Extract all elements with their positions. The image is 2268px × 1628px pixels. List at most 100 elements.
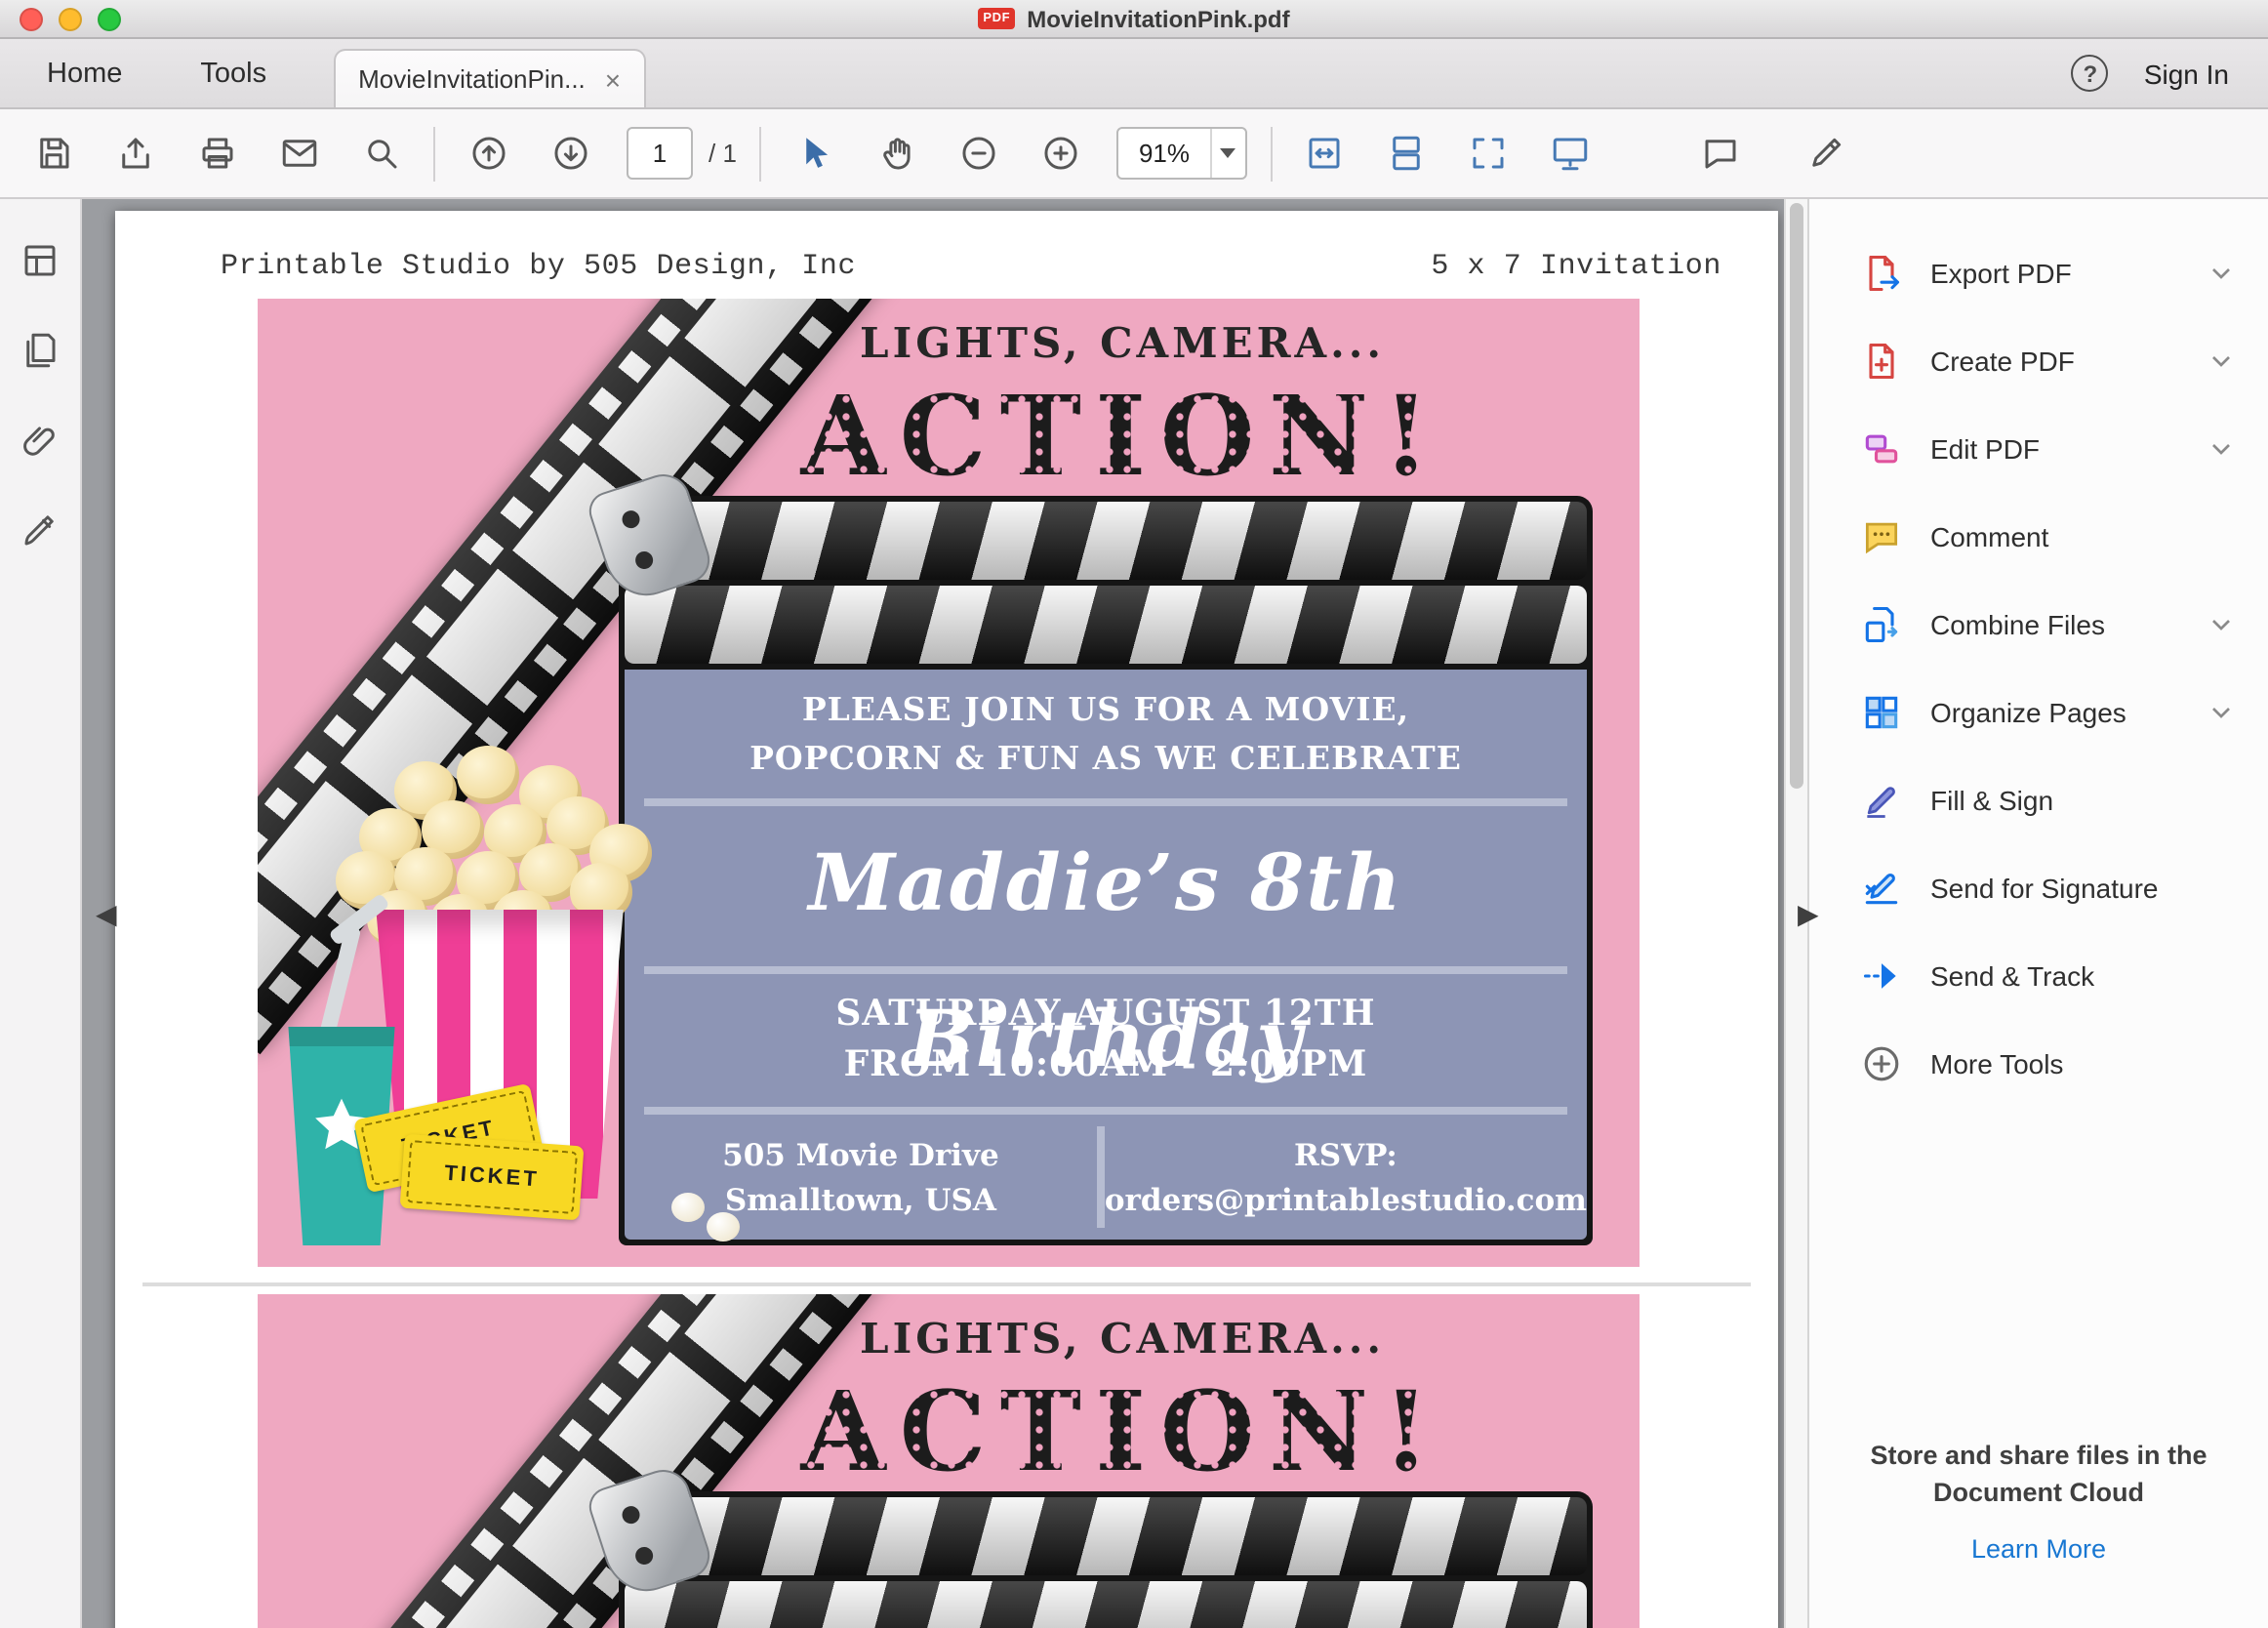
trim-line <box>142 1282 1751 1286</box>
create-pdf-icon <box>1869 342 1894 379</box>
previous-page-button[interactable] <box>459 124 517 183</box>
tab-document-label: MovieInvitationPin... <box>358 64 586 94</box>
left-rail <box>0 199 82 1628</box>
tab-tools[interactable]: Tools <box>161 39 305 107</box>
save-button[interactable] <box>23 124 82 183</box>
acrobat-window: PDF MovieInvitationPink.pdf Home Tools M… <box>0 0 2268 1628</box>
close-tab-icon[interactable]: × <box>605 65 621 93</box>
window-title: MovieInvitationPink.pdf <box>1027 5 1290 32</box>
print-button[interactable] <box>187 124 246 183</box>
print-icon <box>201 138 232 169</box>
next-page-button[interactable] <box>541 124 599 183</box>
bookmarks-icon <box>26 332 56 367</box>
invitation-line2: ACTION! <box>609 1368 1636 1497</box>
annotation-tools-group <box>1690 124 1854 183</box>
comment-bubble-icon <box>1704 140 1735 169</box>
zoom-out-button[interactable] <box>950 124 1008 183</box>
two-page-view-button[interactable] <box>1377 124 1436 183</box>
zoom-dropdown-arrow[interactable] <box>1209 129 1244 178</box>
select-tool-button[interactable] <box>786 124 844 183</box>
minimize-window-button[interactable] <box>59 7 82 30</box>
invitation-rsvp: RSVP: orders@printablestudio.com <box>1104 1136 1587 1218</box>
tab-bar: Home Tools MovieInvitationPin... × ? Sig… <box>0 39 2268 109</box>
pencil-icon <box>1811 138 1841 167</box>
tool-organize-pages[interactable]: Organize Pages <box>1809 668 2268 755</box>
comment-tool-button[interactable] <box>1690 124 1749 183</box>
page-header-left: Printable Studio by 505 Design, Inc <box>221 250 857 283</box>
page-thumbnails-icon <box>24 244 56 275</box>
close-window-button[interactable] <box>20 7 43 30</box>
pencil-tool-button[interactable] <box>1796 124 1854 183</box>
page-thumbnails-button[interactable] <box>11 230 69 289</box>
tool-more-tools[interactable]: More Tools <box>1809 1019 2268 1107</box>
chevron-down-icon <box>2212 707 2230 717</box>
two-page-view-icon <box>1393 136 1420 171</box>
organize-pages-icon <box>1865 695 1898 728</box>
window-controls <box>20 0 121 37</box>
fullscreen-button[interactable] <box>1459 124 1518 183</box>
fill-sign-icon <box>1867 786 1895 817</box>
main-area: Printable Studio by 505 Design, Inc 5 x … <box>0 199 2268 1628</box>
chevron-down-icon <box>2212 443 2230 454</box>
toolbar-divider <box>433 126 435 181</box>
invitation-title: Maddie’s 8th Birthday <box>808 837 1403 1085</box>
zoom-in-button[interactable] <box>1032 124 1090 183</box>
tab-document[interactable]: MovieInvitationPin... × <box>333 49 647 107</box>
tabbar-right-group: ? Sign In <box>2071 55 2268 92</box>
search-icon <box>367 140 396 169</box>
share-upload-icon <box>121 138 148 169</box>
send-for-signature-icon <box>1865 873 1898 904</box>
email-button[interactable] <box>269 124 328 183</box>
search-button[interactable] <box>351 124 410 183</box>
popcorn-piece <box>671 1193 705 1222</box>
tool-edit-pdf[interactable]: Edit PDF <box>1809 404 2268 492</box>
next-page-icon <box>553 137 587 170</box>
comment-icon <box>1865 521 1898 553</box>
fullscreen-icon <box>1473 138 1504 169</box>
invitation-intro: PLEASE JOIN US FOR A MOVIE, POPCORN & FU… <box>749 691 1462 777</box>
zoom-level-dropdown[interactable]: 91% <box>1116 127 1246 180</box>
invitation-copy-1: LIGHTS, CAMERA... ACTION! PLEASE JOIN US… <box>258 299 1640 1267</box>
tool-comment[interactable]: Comment <box>1809 492 2268 580</box>
fit-width-button[interactable] <box>1295 124 1354 183</box>
tool-create-pdf[interactable]: Create PDF <box>1809 316 2268 404</box>
page-total-label: / 1 <box>709 139 737 168</box>
sign-in-button[interactable]: Sign In <box>2144 58 2229 89</box>
page-number-input[interactable] <box>627 127 693 180</box>
popcorn-piece <box>707 1212 740 1241</box>
toolbar-divider <box>1270 126 1272 181</box>
bookmarks-button[interactable] <box>11 320 69 379</box>
presentation-mode-button[interactable] <box>1541 124 1600 183</box>
tool-combine-files[interactable]: Combine Files <box>1809 580 2268 668</box>
collapse-right-pane-button[interactable]: ▶ <box>1798 898 1819 931</box>
scrollbar-thumb[interactable] <box>1790 203 1803 789</box>
invitation-line1: LIGHTS, CAMERA... <box>860 1314 1385 1363</box>
tool-fill-sign[interactable]: Fill & Sign <box>1809 755 2268 843</box>
more-tools-icon <box>1864 1045 1899 1080</box>
clapper-board: PLEASE JOIN US FOR A MOVIE, POPCORN & FU… <box>625 670 1587 1240</box>
titlebar: PDF MovieInvitationPink.pdf <box>0 0 2268 39</box>
combine-files-icon <box>1865 605 1898 642</box>
tool-export-pdf[interactable]: Export PDF <box>1809 228 2268 316</box>
zoom-in-icon <box>1044 137 1077 170</box>
signatures-icon <box>24 514 54 545</box>
share-upload-button[interactable] <box>105 124 164 183</box>
collapse-left-pane-button[interactable]: ◀ <box>96 898 117 931</box>
learn-more-link[interactable]: Learn More <box>1971 1530 2106 1567</box>
invitation-line2: ACTION! <box>609 373 1636 502</box>
signatures-button[interactable] <box>11 500 69 558</box>
page-header-right: 5 x 7 Invitation <box>1431 250 1721 283</box>
tool-send-for-signature[interactable]: Send for Signature <box>1809 843 2268 931</box>
document-area[interactable]: Printable Studio by 505 Design, Inc 5 x … <box>82 199 1784 1628</box>
export-pdf-icon <box>1869 254 1900 291</box>
zoom-window-button[interactable] <box>98 7 121 30</box>
chevron-down-icon <box>1220 148 1235 158</box>
attachments-button[interactable] <box>11 410 69 468</box>
help-icon[interactable]: ? <box>2071 55 2109 92</box>
invitation-datetime: SATURDAY AUGUST 12TH FROM 10:00AM - 2:00… <box>835 994 1376 1085</box>
hand-tool-button[interactable] <box>868 124 926 183</box>
tool-send-track[interactable]: Send & Track <box>1809 931 2268 1019</box>
window-title-group: PDF MovieInvitationPink.pdf <box>0 5 2268 32</box>
hand-tool-icon <box>883 138 911 170</box>
tab-home[interactable]: Home <box>8 39 161 107</box>
